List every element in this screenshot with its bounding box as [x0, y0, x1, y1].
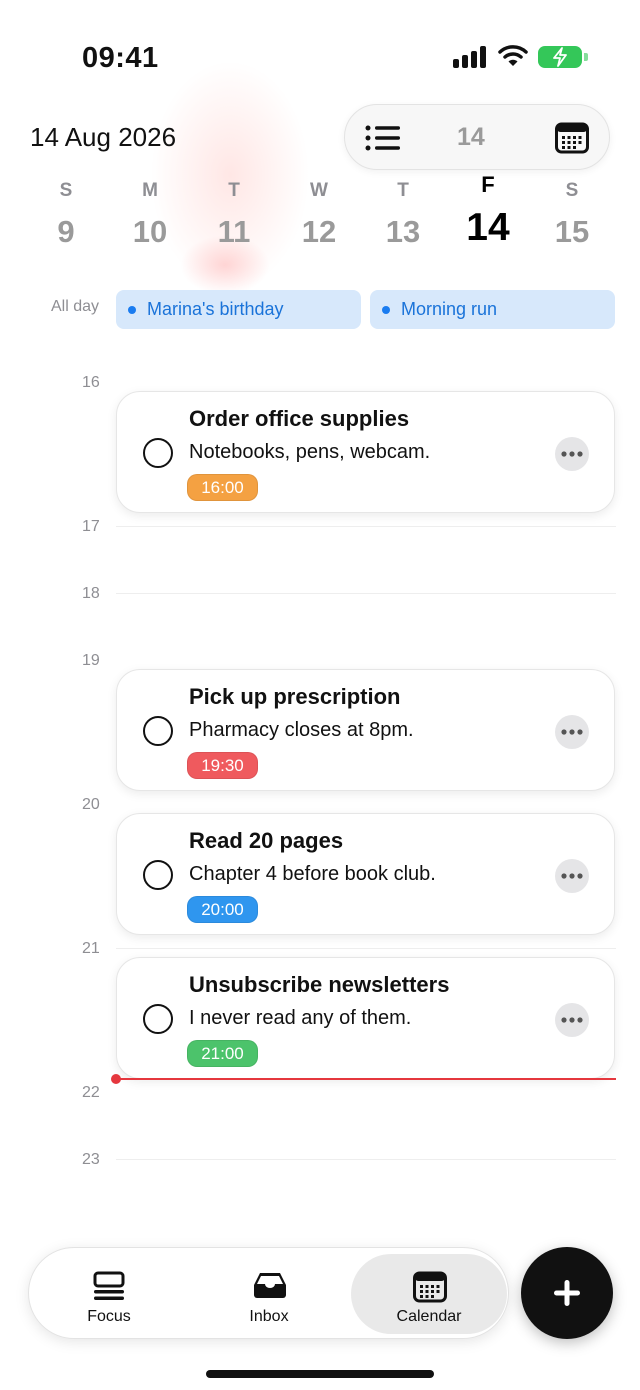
current-time-line: [116, 1078, 616, 1080]
task-time-badge: 16:00: [187, 474, 258, 501]
page-title: 14 Aug 2026: [30, 122, 177, 152]
task-time-badge: 19:30: [187, 752, 258, 779]
task-card[interactable]: Order office supplies Notebooks, pens, w…: [116, 391, 615, 513]
task-card[interactable]: Read 20 pages Chapter 4 before book club…: [116, 813, 615, 935]
add-task-button[interactable]: [521, 1247, 613, 1339]
list-view-icon[interactable]: [365, 125, 401, 156]
task-checkbox[interactable]: [143, 438, 173, 468]
hour-label: 18: [82, 585, 100, 602]
today-button[interactable]: 14: [457, 123, 485, 152]
task-title: Unsubscribe newsletters: [189, 972, 450, 997]
hour-label: 20: [82, 796, 100, 813]
task-note: Notebooks, pens, webcam.: [189, 441, 431, 463]
week-day[interactable]: S 9: [36, 180, 96, 250]
hour-label: 19: [82, 652, 100, 669]
cellular-signal-icon: [453, 46, 489, 68]
plus-icon: [554, 1280, 580, 1306]
battery-icon: [538, 46, 582, 68]
week-day[interactable]: S 15: [542, 180, 602, 250]
all-day-event[interactable]: Marina's birthday: [116, 290, 361, 329]
task-title: Read 20 pages: [189, 828, 344, 853]
tab-focus[interactable]: Focus: [31, 1254, 187, 1334]
more-icon[interactable]: [555, 1003, 589, 1037]
status-time: 09:41: [82, 42, 159, 74]
more-icon[interactable]: [555, 715, 589, 749]
hour-label: 17: [82, 518, 100, 535]
week-day[interactable]: T 13: [373, 180, 433, 250]
hour-label: 21: [82, 940, 100, 957]
task-card[interactable]: Pick up prescription Pharmacy closes at …: [116, 669, 615, 791]
wifi-icon: [498, 44, 528, 73]
inbox-icon: [254, 1273, 286, 1298]
task-checkbox[interactable]: [143, 1004, 173, 1034]
hour-label: 16: [82, 374, 100, 391]
task-card[interactable]: Unsubscribe newsletters I never read any…: [116, 957, 615, 1079]
task-checkbox[interactable]: [143, 716, 173, 746]
task-checkbox[interactable]: [143, 860, 173, 890]
focus-icon: [93, 1271, 125, 1300]
week-day[interactable]: T 11: [204, 180, 264, 250]
hour-label: 22: [82, 1084, 100, 1101]
calendar-icon[interactable]: [555, 122, 589, 159]
tab-inbox[interactable]: Inbox: [191, 1254, 347, 1334]
week-day[interactable]: M 10: [120, 180, 180, 250]
task-title: Order office supplies: [189, 406, 410, 431]
home-indicator[interactable]: [206, 1370, 434, 1378]
tab-calendar[interactable]: Calendar: [351, 1254, 507, 1334]
task-time-badge: 21:00: [187, 1040, 258, 1067]
hour-label: 23: [82, 1151, 100, 1168]
view-switcher: 14: [344, 104, 610, 170]
week-day[interactable]: W 12: [289, 180, 349, 250]
task-note: I never read any of them.: [189, 1007, 412, 1029]
all-day-event[interactable]: Morning run: [370, 290, 615, 329]
all-day-label: All day: [51, 298, 100, 315]
calendar-icon: [413, 1271, 447, 1303]
more-icon[interactable]: [555, 437, 589, 471]
tab-bar: Focus Inbox Calendar: [28, 1247, 509, 1339]
week-day-selected[interactable]: F 14: [458, 172, 518, 250]
more-icon[interactable]: [555, 859, 589, 893]
task-note: Chapter 4 before book club.: [189, 863, 436, 885]
task-title: Pick up prescription: [189, 684, 401, 709]
current-time-dot: [111, 1074, 121, 1084]
task-note: Pharmacy closes at 8pm.: [189, 719, 414, 741]
task-time-badge: 20:00: [187, 896, 258, 923]
